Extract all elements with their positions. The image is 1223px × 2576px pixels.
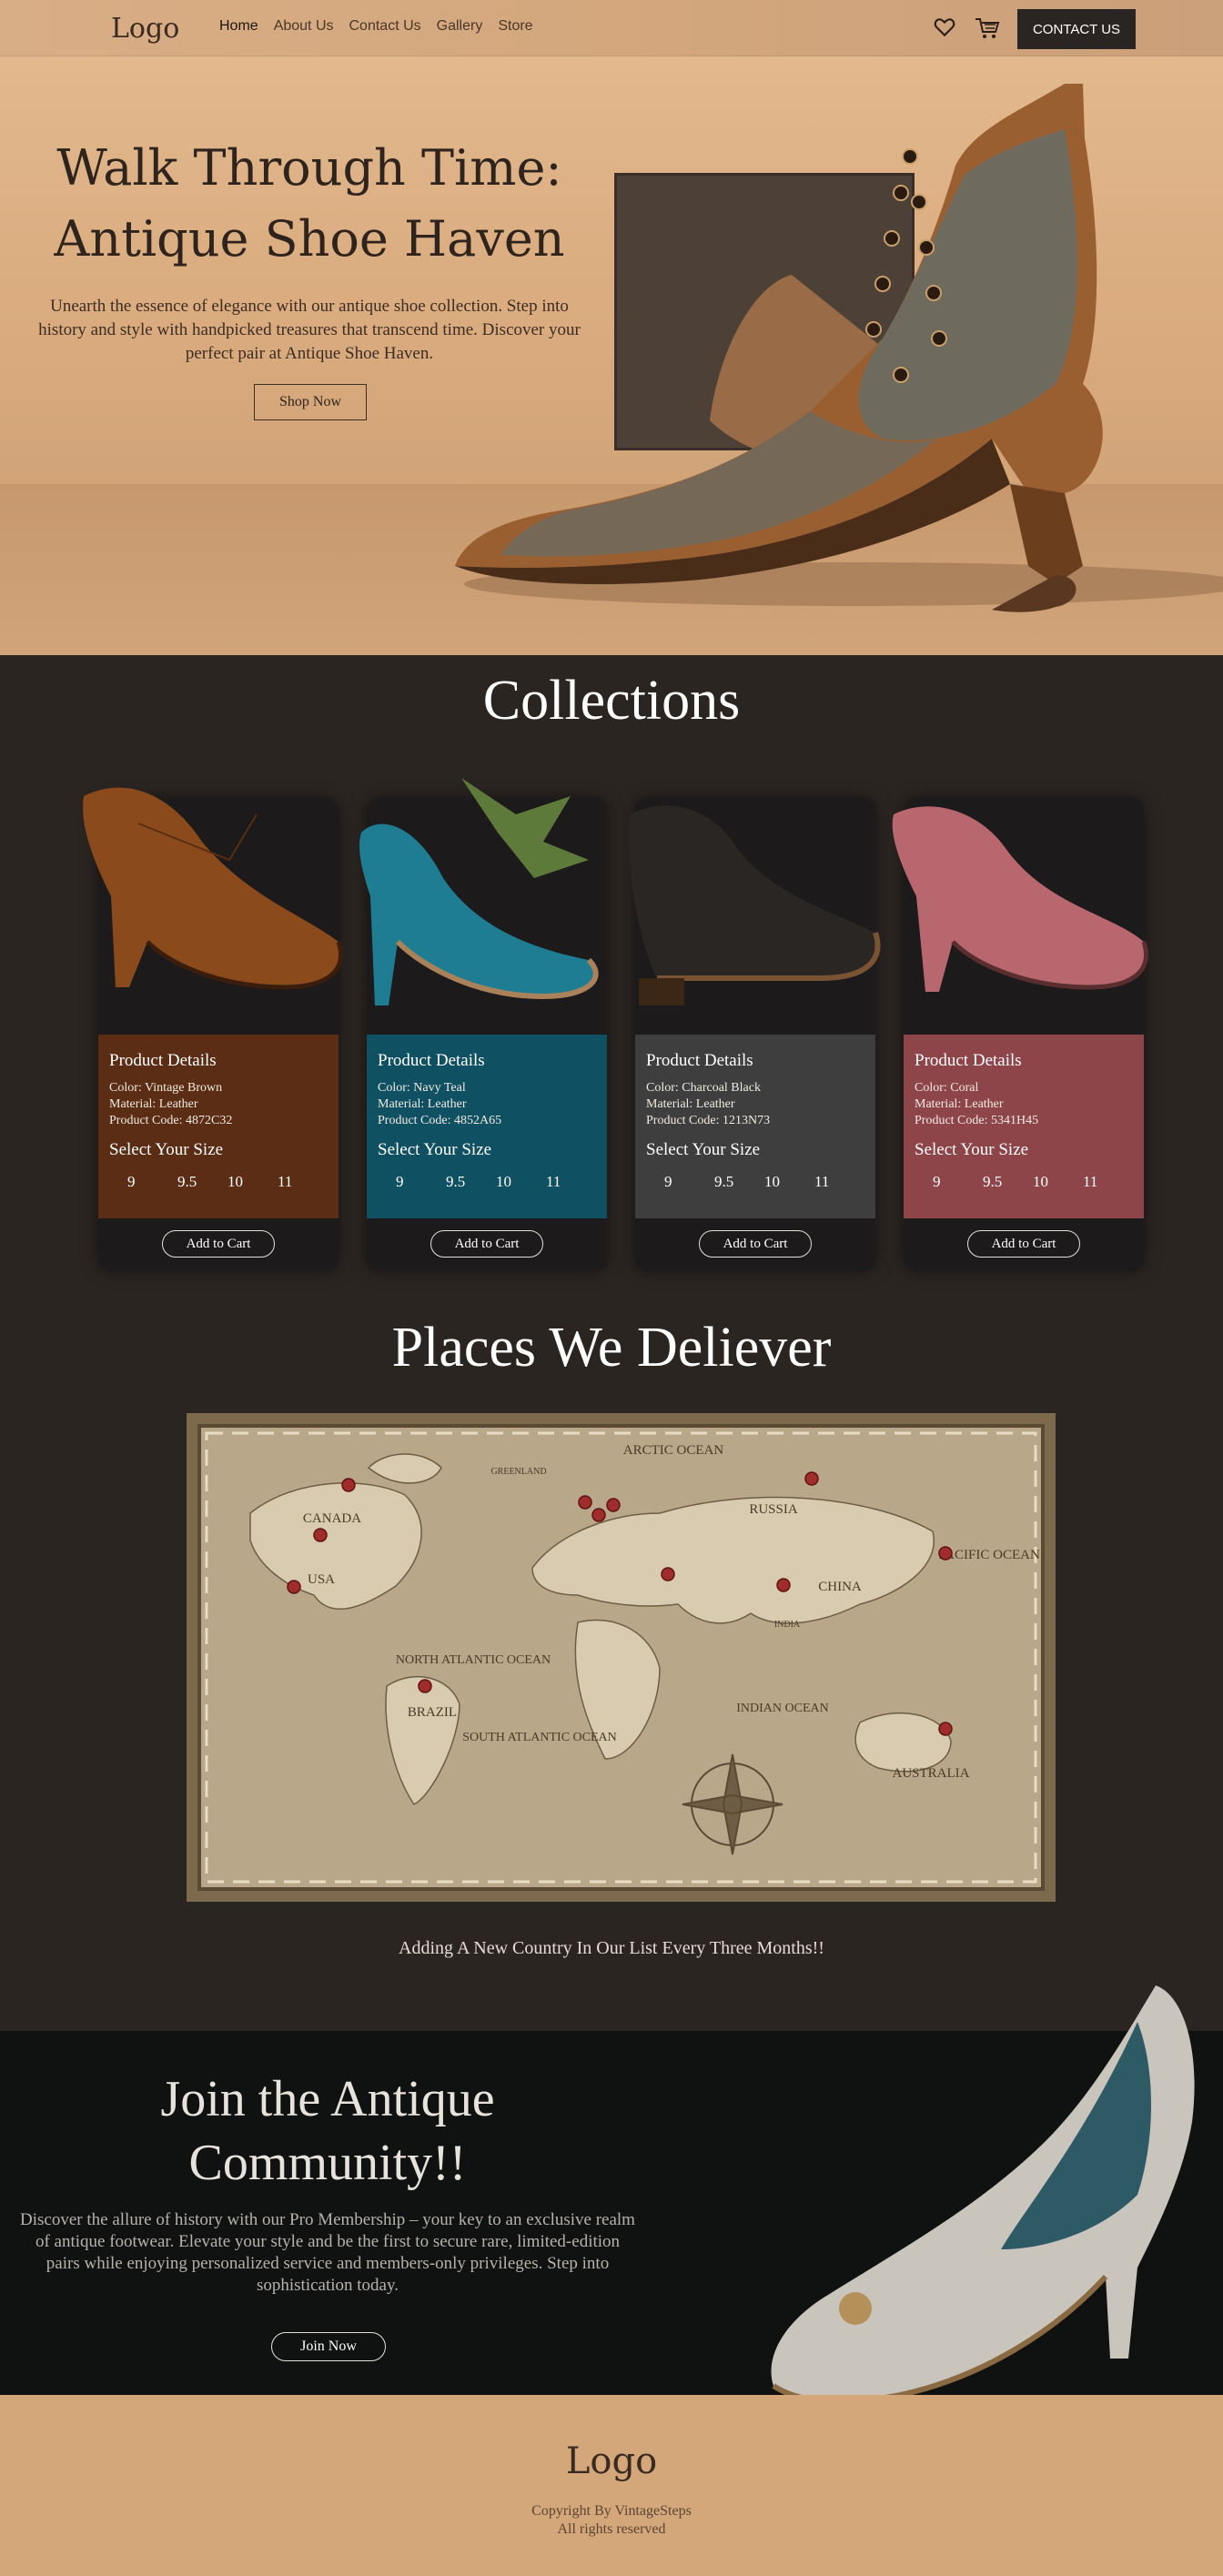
color-text: Color: Coral: [915, 1081, 979, 1095]
details-title: Product Details: [109, 1051, 217, 1070]
size-option[interactable]: 11: [1083, 1173, 1133, 1191]
size-option[interactable]: 9.5: [714, 1173, 764, 1191]
silver-heel-image: [771, 1985, 1195, 2405]
size-option[interactable]: 10: [496, 1173, 546, 1191]
footer-logo[interactable]: Logo: [0, 2440, 1223, 2482]
map-label: GREENLAND: [490, 1467, 546, 1477]
shop-now-button[interactable]: Shop Now: [254, 384, 367, 420]
coral-oxford-heel-image: [892, 806, 1148, 992]
map-label: INDIAN OCEAN: [736, 1702, 829, 1715]
community-description: Discover the allure of history with our …: [20, 2210, 635, 2295]
nav-link-contact[interactable]: Contact Us: [349, 18, 421, 35]
size-option[interactable]: 10: [227, 1173, 278, 1191]
black-brogue-image: [629, 805, 881, 1005]
brown-oxford-heel-image: [83, 787, 343, 990]
map-label: AUSTRALIA: [893, 1766, 970, 1781]
material-text: Material: Leather: [378, 1097, 467, 1111]
add-to-cart-button[interactable]: Add to Cart: [162, 1230, 275, 1258]
places-title: Places We Deliever: [391, 1317, 832, 1379]
size-title: Select Your Size: [378, 1140, 492, 1159]
nav-link-about[interactable]: About Us: [274, 18, 334, 35]
details-title: Product Details: [646, 1051, 753, 1070]
community-title-line1: Join the Antique: [160, 2071, 495, 2127]
size-options: 9 9.5 10 11: [109, 1173, 328, 1191]
card-details: Product Details Color: Navy Teal Materia…: [367, 1035, 607, 1218]
size-option[interactable]: 9: [127, 1173, 177, 1191]
copyright-text: Copyright By VintageSteps: [531, 2503, 692, 2519]
footer-copyright: Copyright By VintageSteps All rights res…: [0, 2502, 1223, 2539]
card-details: Product Details Color: Charcoal Black Ma…: [635, 1035, 875, 1218]
rights-text: All rights reserved: [557, 2521, 666, 2537]
material-text: Material: Leather: [109, 1097, 198, 1111]
community-title-line2: Community!!: [188, 2135, 467, 2191]
map-label: CHINA: [818, 1580, 862, 1594]
size-option[interactable]: 9.5: [446, 1173, 496, 1191]
size-option[interactable]: 9: [664, 1173, 714, 1191]
map-label: USA: [308, 1572, 335, 1587]
map-label: ARCTIC OCEAN: [623, 1443, 724, 1458]
community-section: Join the Antique Community!! Discover th…: [0, 1985, 1223, 2405]
product-card-charcoal-black: Product Details Color: Charcoal Black Ma…: [629, 798, 881, 1271]
map-label: INDIA: [774, 1620, 801, 1630]
map-label: BRAZIL: [408, 1705, 457, 1720]
map-note: Adding A New Country In Our List Every T…: [399, 1938, 824, 1958]
hero-section: Walk Through Time: Antique Shoe Haven Un…: [0, 56, 1223, 655]
map-label: PACIFIC OCEAN: [938, 1548, 1040, 1562]
teal-pump-image: [359, 778, 599, 1005]
size-option[interactable]: 9.5: [983, 1173, 1033, 1191]
size-title: Select Your Size: [646, 1140, 761, 1159]
nav-link-home[interactable]: Home: [219, 18, 258, 35]
card-details: Product Details Color: Coral Material: L…: [904, 1035, 1144, 1218]
size-option[interactable]: 11: [278, 1173, 328, 1191]
size-option[interactable]: 9: [396, 1173, 446, 1191]
add-to-cart-button[interactable]: Add to Cart: [430, 1230, 543, 1258]
details-title: Product Details: [378, 1051, 485, 1070]
size-option[interactable]: 11: [546, 1173, 596, 1191]
product-code-text: Product Code: 1213N73: [646, 1114, 771, 1127]
color-text: Color: Charcoal Black: [646, 1081, 761, 1095]
map-label: SOUTH ATLANTIC OCEAN: [462, 1731, 617, 1744]
add-to-cart-button[interactable]: Add to Cart: [699, 1230, 812, 1258]
size-option[interactable]: 11: [814, 1173, 864, 1191]
size-option[interactable]: 10: [1033, 1173, 1083, 1191]
nav-logo[interactable]: Logo: [111, 13, 179, 45]
world-map-image: ARCTIC OCEAN GREENLAND CANADA USA RUSSIA…: [187, 1413, 1056, 1902]
footer: Logo Copyright By VintageSteps All right…: [0, 2395, 1223, 2576]
cart-icon[interactable]: [974, 15, 1001, 41]
product-code-text: Product Code: 4852A65: [378, 1114, 502, 1127]
size-title: Select Your Size: [915, 1140, 1029, 1159]
size-title: Select Your Size: [109, 1140, 224, 1159]
product-code-text: Product Code: 4872C32: [109, 1114, 233, 1127]
nav-links: Home About Us Contact Us Gallery Store: [219, 18, 549, 35]
join-now-button[interactable]: Join Now: [271, 2332, 386, 2361]
color-text: Color: Vintage Brown: [109, 1081, 223, 1095]
add-to-cart-button[interactable]: Add to Cart: [967, 1230, 1080, 1258]
size-option[interactable]: 9: [933, 1173, 983, 1191]
card-details: Product Details Color: Vintage Brown Mat…: [98, 1035, 339, 1218]
details-title: Product Details: [915, 1051, 1022, 1070]
product-code-text: Product Code: 5341H45: [915, 1114, 1039, 1127]
map-label: CANADA: [303, 1511, 361, 1526]
community-title: Join the Antique Community!!: [0, 2067, 655, 2195]
map-label: NORTH ATLANTIC OCEAN: [396, 1653, 551, 1667]
color-text: Color: Navy Teal: [378, 1081, 466, 1095]
contact-us-button[interactable]: CONTACT US: [1017, 9, 1136, 49]
size-options: 9 9.5 10 11: [915, 1173, 1133, 1191]
product-card-navy-teal: Product Details Color: Navy Teal Materia…: [359, 778, 607, 1271]
heart-icon[interactable]: [933, 15, 956, 39]
collections-title: Collections: [482, 670, 741, 732]
nav-link-gallery[interactable]: Gallery: [437, 18, 483, 35]
nav-link-store[interactable]: Store: [498, 18, 532, 35]
size-option[interactable]: 10: [764, 1173, 814, 1191]
material-text: Material: Leather: [646, 1097, 735, 1111]
size-options: 9 9.5 10 11: [378, 1173, 596, 1191]
size-options: 9 9.5 10 11: [646, 1173, 864, 1191]
map-label: RUSSIA: [749, 1502, 798, 1517]
size-option[interactable]: 9.5: [177, 1173, 227, 1191]
material-text: Material: Leather: [915, 1097, 1004, 1111]
antique-boot-image: [455, 84, 1223, 612]
top-nav: Logo Home About Us Contact Us Gallery St…: [0, 0, 1223, 56]
product-card-vintage-brown: Product Details Color: Vintage Brown Mat…: [83, 787, 343, 1271]
product-card-coral: Product Details Color: Coral Material: L…: [892, 798, 1148, 1271]
